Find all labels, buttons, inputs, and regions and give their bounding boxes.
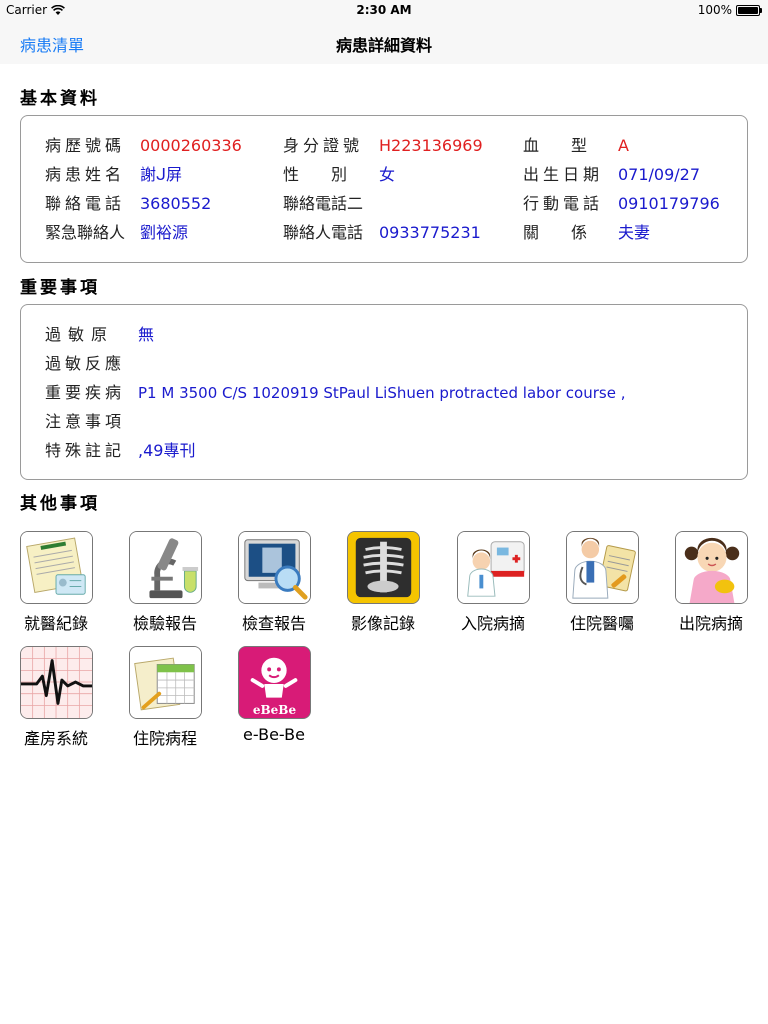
tile-label: 住院病程 xyxy=(132,729,197,748)
important-disease-label: 重要疾病 xyxy=(45,383,126,402)
special-note-label: 特殊註記 xyxy=(45,441,126,460)
xray-monitor-icon xyxy=(237,531,311,604)
tile-label: 檢查報告 xyxy=(241,614,306,633)
name-value: 謝ᒍ屏 xyxy=(140,165,183,184)
tile-exam-report[interactable]: 檢查報告 xyxy=(224,531,324,634)
battery-percent: 100% xyxy=(697,3,732,17)
tile-imaging-record[interactable]: 影像記錄 xyxy=(333,531,433,634)
name-label: 病患姓名 xyxy=(45,165,126,184)
tile-label: e-Be-Be xyxy=(243,725,305,744)
girl-icon xyxy=(674,531,748,604)
ebebe-logo-text: eBeBe xyxy=(252,703,297,717)
status-time: 2:30 AM xyxy=(356,3,412,17)
blood-value: A xyxy=(618,136,629,155)
allergen-label: 過敏原 xyxy=(45,325,115,344)
tile-lab-report[interactable]: 檢驗報告 xyxy=(115,531,215,634)
blood-label: 血 型 xyxy=(523,136,596,155)
phone-value: 3680552 xyxy=(140,194,212,213)
calendar-icon xyxy=(128,646,202,719)
page-title: 病患詳細資料 xyxy=(335,36,432,55)
contact-phone-label: 聯絡人電話 xyxy=(283,223,364,242)
tile-label: 出院病摘 xyxy=(678,614,743,633)
ecg-icon xyxy=(19,646,93,719)
phone2-label: 聯絡電話二 xyxy=(283,194,364,213)
allergen-value: 無 xyxy=(138,325,155,344)
tile-label: 影像記錄 xyxy=(350,614,415,633)
tile-discharge-summary[interactable]: 出院病摘 xyxy=(661,531,761,634)
xray-film-icon xyxy=(346,531,420,604)
notice-label: 注意事項 xyxy=(45,412,126,431)
tile-delivery-room[interactable]: 產房系統 xyxy=(6,646,106,749)
special-note-value: ,49專刊 xyxy=(138,441,196,460)
section-title-basic: 基本資料 xyxy=(20,89,100,109)
contact-phone-value: 0933775231 xyxy=(379,223,481,242)
important-disease-value: P1 M 3500 C/S 1020919 StPaul LiShuen pro… xyxy=(138,384,626,402)
tile-inpatient-progress[interactable]: 住院病程 xyxy=(115,646,215,749)
tile-label: 住院醫囑 xyxy=(569,614,634,633)
tile-admission-summary[interactable]: 入院病摘 xyxy=(443,531,543,634)
chart-no-value: 0000260336 xyxy=(140,136,242,155)
basic-info-box: 病歷號碼 0000260336 身分證號 H223136969 血 型 A 病患… xyxy=(20,115,748,263)
chart-no-label: 病歷號碼 xyxy=(45,136,126,155)
relation-value: 夫妻 xyxy=(618,223,651,242)
phone-label: 聯絡電話 xyxy=(45,194,126,213)
section-title-important: 重要事項 xyxy=(20,278,100,298)
microscope-icon xyxy=(128,531,202,604)
tile-medical-record[interactable]: 就醫紀錄 xyxy=(6,531,106,634)
mobile-label: 行動電話 xyxy=(523,194,604,213)
status-bar: Carrier 2:30 AM 100% xyxy=(0,0,768,20)
id-value: H223136969 xyxy=(379,136,483,155)
tile-label: 檢驗報告 xyxy=(132,614,197,633)
doctor-clipboard-icon xyxy=(565,531,639,604)
tile-label: 就醫紀錄 xyxy=(23,614,88,633)
tile-inpatient-orders[interactable]: 住院醫囑 xyxy=(552,531,652,634)
id-label: 身分證號 xyxy=(283,136,364,155)
relation-label: 關 係 xyxy=(523,223,596,242)
allergy-reaction-label: 過敏反應 xyxy=(45,354,126,373)
mobile-value: 0910179796 xyxy=(618,194,720,213)
medical-record-icon xyxy=(19,531,93,604)
battery-icon xyxy=(736,4,762,16)
gender-value: 女 xyxy=(379,165,396,184)
tile-ebebe[interactable]: e-Be-Be xyxy=(224,646,324,744)
important-info-box: 過敏原 無 過敏反應 重要疾病 P1 M 3500 C/S 1020919 St… xyxy=(20,304,748,480)
emergency-contact-value: 劉裕源 xyxy=(140,223,189,242)
navigation-bar: 病患清單 病患詳細資料 xyxy=(0,20,768,64)
dob-value: 071/09/27 xyxy=(618,165,701,184)
tile-label: 產房系統 xyxy=(23,729,88,748)
battery-info: 100% xyxy=(698,3,762,17)
dob-label: 出生日期 xyxy=(523,165,604,184)
gender-label: 性 別 xyxy=(283,165,356,184)
tile-label: 入院病摘 xyxy=(460,614,525,633)
emergency-contact-label: 緊急聯絡人 xyxy=(45,223,126,242)
ambulance-doctor-icon xyxy=(456,531,530,604)
section-title-other: 其他事項 xyxy=(20,494,100,514)
